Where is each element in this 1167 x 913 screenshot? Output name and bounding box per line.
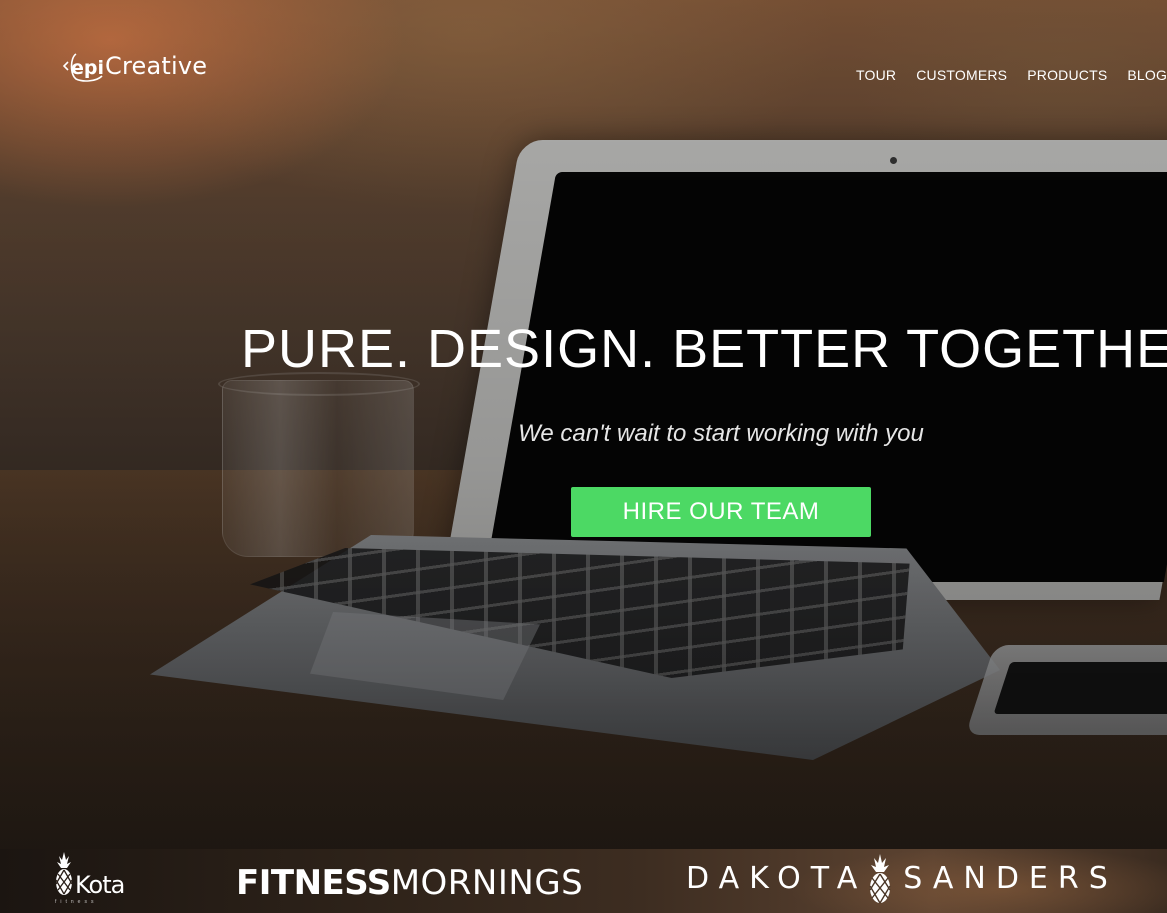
client-logo-kota: Kota fitness bbox=[55, 852, 125, 905]
kota-subtitle: fitness bbox=[55, 899, 98, 905]
client-logo-dakota-sanders: DAKOTA SANDERS bbox=[686, 853, 1118, 905]
nav-blog[interactable]: BLOG bbox=[1127, 67, 1167, 83]
sanders-word: SANDERS bbox=[903, 861, 1118, 896]
brand-name: Creative bbox=[105, 52, 208, 80]
hire-our-team-button[interactable]: HIRE OUR TEAM bbox=[571, 487, 871, 537]
pineapple-icon bbox=[55, 852, 73, 901]
nav-customers[interactable]: CUSTOMERS bbox=[916, 67, 1007, 83]
nav-tour[interactable]: TOUR bbox=[856, 67, 896, 83]
nav-products[interactable]: PRODUCTS bbox=[1027, 67, 1107, 83]
landing-page: epi Creative TOUR CUSTOMERS PRODUCTS BLO… bbox=[0, 0, 1167, 913]
dakota-word: DAKOTA bbox=[686, 861, 868, 896]
hero-headline: PURE. DESIGN. BETTER TOGETHER bbox=[241, 319, 1167, 379]
epi-logo-icon: epi bbox=[62, 48, 106, 84]
kota-name: Kota bbox=[75, 871, 125, 899]
hero-tagline: We can't wait to start working with you bbox=[518, 420, 924, 447]
brand-logo[interactable]: epi Creative bbox=[62, 47, 207, 85]
main-nav: TOUR CUSTOMERS PRODUCTS BLOG bbox=[856, 67, 1167, 83]
svg-text:epi: epi bbox=[71, 57, 104, 79]
mornings-word: MORNINGS bbox=[390, 863, 584, 903]
pineapple-icon bbox=[869, 854, 891, 904]
client-logo-strip: Kota fitness FITNESSMORNINGS DAKOTA SAND… bbox=[0, 849, 1167, 913]
client-logo-fitness-mornings: FITNESSMORNINGS bbox=[236, 866, 583, 900]
fitness-word: FITNESS bbox=[236, 863, 391, 903]
